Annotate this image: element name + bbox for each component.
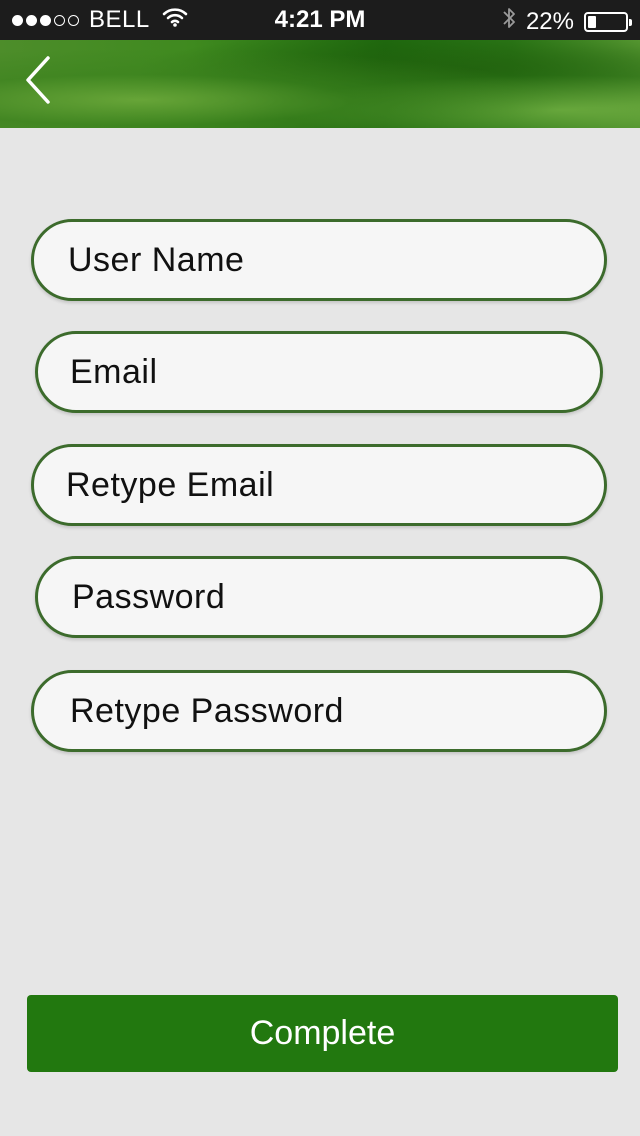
- username-input[interactable]: [34, 222, 604, 298]
- retype-email-field[interactable]: [31, 444, 607, 526]
- password-input[interactable]: [38, 559, 600, 635]
- retype-password-input[interactable]: [34, 673, 604, 749]
- battery-icon: [584, 11, 632, 32]
- battery-percent: 22%: [525, 7, 574, 35]
- header-banner: [0, 40, 640, 128]
- bluetooth-icon: [502, 6, 516, 37]
- battery-level-fill: [588, 15, 596, 28]
- email-input[interactable]: [38, 334, 600, 410]
- chevron-left-icon: [26, 56, 50, 104]
- status-right: 22%: [502, 6, 632, 37]
- password-field[interactable]: [35, 556, 603, 638]
- status-bar: BELL 4:21 PM 22%: [0, 0, 640, 40]
- retype-password-field[interactable]: [31, 670, 607, 752]
- back-button[interactable]: [18, 54, 62, 110]
- complete-button[interactable]: Complete: [27, 995, 618, 1072]
- username-field[interactable]: [31, 219, 607, 301]
- retype-email-input[interactable]: [34, 447, 604, 523]
- email-field[interactable]: [35, 331, 603, 413]
